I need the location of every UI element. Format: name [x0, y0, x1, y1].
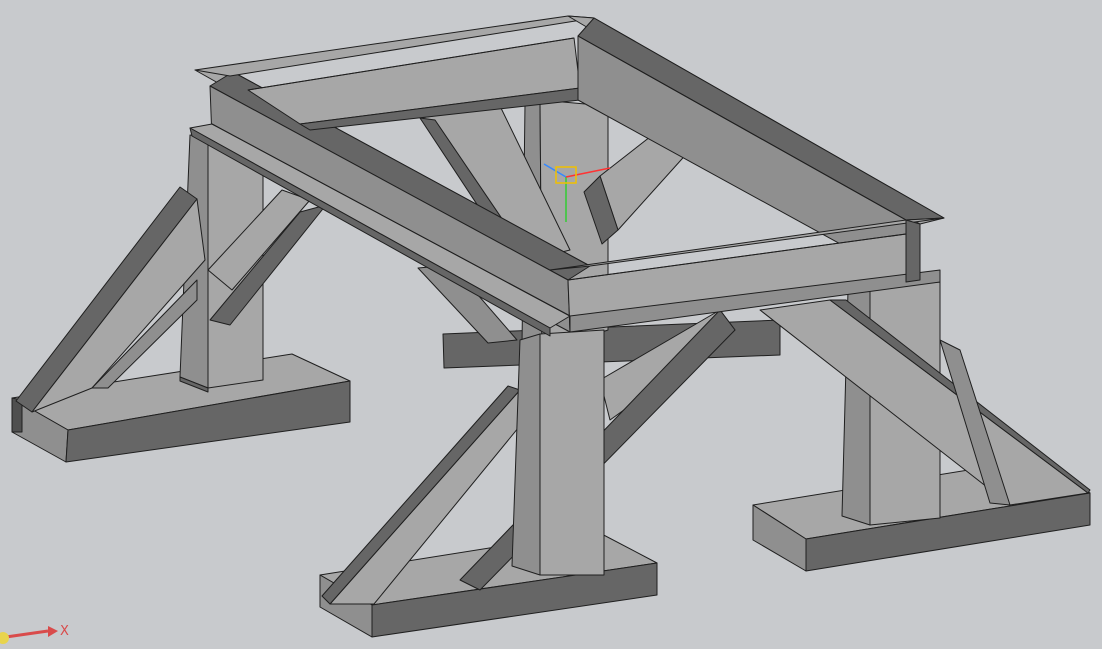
- x-axis-label: X: [60, 624, 69, 639]
- front-center-column[interactable]: [511, 329, 605, 576]
- axis-triad: X: [0, 624, 69, 644]
- steel-frame-model[interactable]: X: [0, 0, 1102, 649]
- 3d-viewport[interactable]: X: [0, 0, 1102, 649]
